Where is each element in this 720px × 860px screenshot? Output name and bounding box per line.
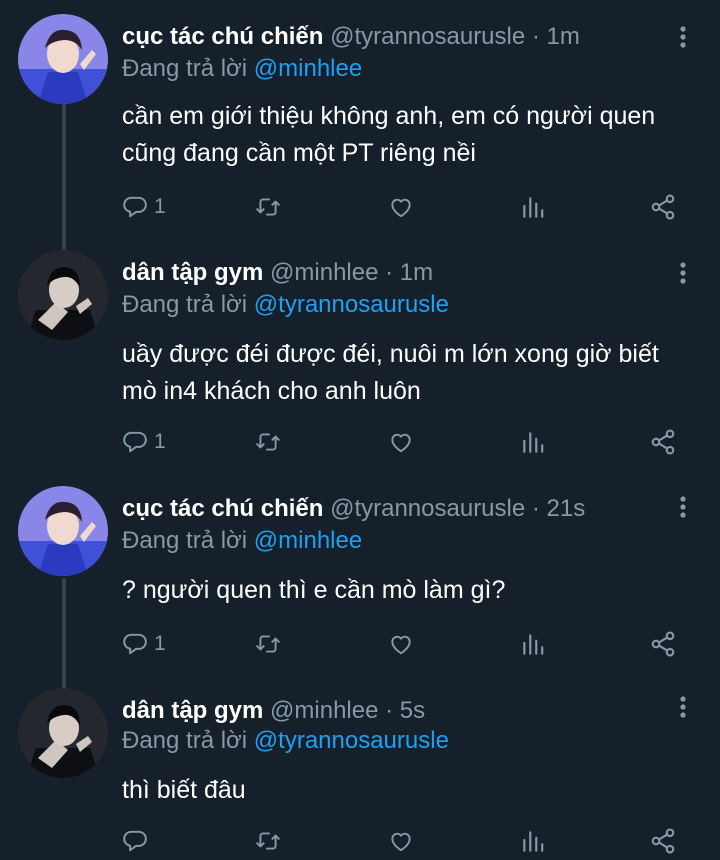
avatar[interactable] [18, 250, 108, 340]
share-icon [651, 429, 675, 455]
avatar[interactable] [18, 688, 108, 778]
retweet-icon [256, 433, 280, 451]
like-icon [391, 635, 411, 655]
handle[interactable]: @tyrannosaurusle [330, 495, 525, 522]
replying-to-label: Đang trả lời [122, 291, 254, 318]
tweet-header: cục tác chú chiến @tyrannosaurusle · 21s [122, 494, 585, 524]
like-button[interactable] [387, 425, 415, 459]
tweet-header: dân tập gym @minhlee · 5s [122, 696, 425, 726]
reply-count: 1 [154, 430, 166, 453]
handle[interactable]: @tyrannosaurusle [330, 23, 525, 50]
tweet-actions: 1 [122, 425, 692, 459]
timestamp[interactable]: · 5s [385, 697, 425, 724]
analytics-button[interactable] [520, 425, 546, 459]
share-button[interactable] [649, 824, 677, 858]
avatar[interactable] [18, 486, 108, 576]
reply-count: 1 [154, 632, 166, 655]
replying-to: Đang trả lời @minhlee [122, 54, 362, 84]
tweet-text: ? người quen thì e cần mò làm gì? [122, 576, 506, 604]
mention-link[interactable]: @tyrannosaurusle [254, 291, 449, 318]
mention-link[interactable]: @tyrannosaurusle [254, 727, 449, 754]
analytics-button[interactable] [520, 190, 546, 224]
replying-to: Đang trả lời @minhlee [122, 526, 362, 556]
replying-to-label: Đang trả lời [122, 727, 254, 754]
analytics-icon [523, 634, 544, 655]
handle[interactable]: @minhlee [270, 259, 378, 286]
like-button[interactable] [387, 824, 415, 858]
reply-icon [123, 431, 147, 453]
like-button[interactable] [387, 627, 415, 661]
retweet-button[interactable] [254, 627, 282, 661]
timestamp[interactable]: · 21s [532, 495, 585, 522]
more-options-icon[interactable] [676, 694, 690, 724]
share-button[interactable] [649, 627, 677, 661]
reply-button[interactable]: 1 [122, 425, 166, 459]
handle[interactable]: @minhlee [270, 697, 378, 724]
tweet-actions: 1 [122, 627, 692, 661]
analytics-icon [523, 197, 544, 218]
analytics-button[interactable] [520, 627, 546, 661]
reply-count: 1 [154, 195, 166, 218]
reply-button[interactable]: 1 [122, 190, 166, 224]
retweet-icon [256, 635, 280, 653]
retweet-button[interactable] [254, 824, 282, 858]
share-button[interactable] [649, 190, 677, 224]
display-name[interactable]: cục tác chú chiến [122, 495, 323, 522]
timestamp[interactable]: · 1m [385, 259, 433, 286]
like-icon [391, 433, 411, 453]
display-name[interactable]: cục tác chú chiến [122, 23, 323, 50]
replying-to: Đang trả lời @tyrannosaurusle [122, 726, 449, 756]
share-icon [651, 194, 675, 220]
tweet-text: thì biết đâu [122, 776, 246, 804]
retweet-button[interactable] [254, 190, 282, 224]
thread-connector [62, 104, 66, 250]
more-options-icon[interactable] [676, 260, 690, 290]
avatar[interactable] [18, 14, 108, 104]
timestamp[interactable]: · 1m [532, 23, 580, 50]
reply-button[interactable] [122, 824, 154, 858]
tweet-header: dân tập gym @minhlee · 1m [122, 258, 433, 288]
replying-to-label: Đang trả lời [122, 527, 254, 554]
retweet-button[interactable] [254, 425, 282, 459]
more-options-icon[interactable] [676, 494, 690, 524]
mention-link[interactable]: @minhlee [254, 55, 362, 82]
retweet-icon [256, 832, 280, 850]
reply-button[interactable]: 1 [122, 627, 166, 661]
replying-to: Đang trả lời @tyrannosaurusle [122, 290, 449, 320]
reply-icon [123, 196, 147, 218]
share-icon [651, 828, 675, 854]
thread-connector [62, 578, 66, 688]
tweet-text: cần em giới thiệu không anh, em có người… [122, 102, 656, 167]
tweet-header: cục tác chú chiến @tyrannosaurusle · 1m [122, 22, 580, 52]
share-button[interactable] [649, 425, 677, 459]
like-button[interactable] [387, 190, 415, 224]
tweet-actions [122, 824, 692, 858]
tweet-actions: 1 [122, 190, 692, 224]
retweet-icon [256, 198, 280, 216]
analytics-button[interactable] [520, 824, 546, 858]
more-options-icon[interactable] [676, 24, 690, 54]
share-icon [651, 631, 675, 657]
tweet-text: uầy được đéi được đéi, nuôi m lớn xong g… [122, 340, 659, 405]
display-name[interactable]: dân tập gym [122, 259, 263, 286]
mention-link[interactable]: @minhlee [254, 527, 362, 554]
analytics-icon [523, 831, 544, 852]
reply-icon [123, 633, 147, 655]
like-icon [391, 198, 411, 218]
display-name[interactable]: dân tập gym [122, 697, 263, 724]
analytics-icon [523, 432, 544, 453]
like-icon [391, 832, 411, 852]
replying-to-label: Đang trả lời [122, 55, 254, 82]
reply-icon [123, 830, 147, 852]
